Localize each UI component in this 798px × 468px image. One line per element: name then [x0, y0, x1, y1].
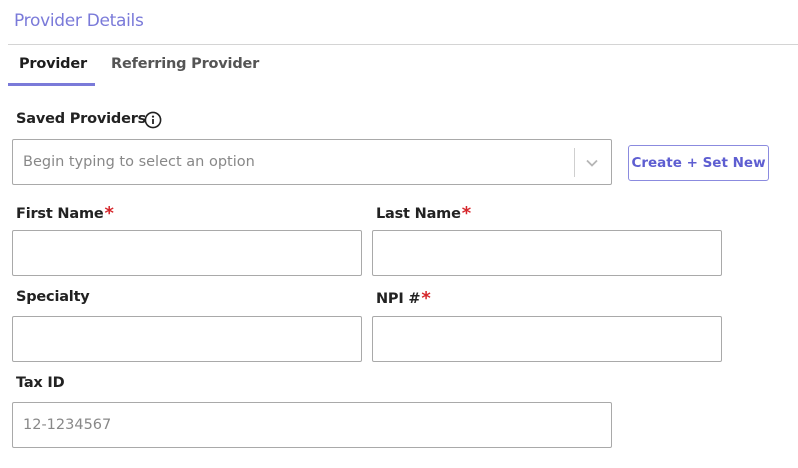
specialty-input[interactable]: [13, 317, 361, 361]
tax-id-label: Tax ID: [16, 375, 65, 391]
required-marker: *: [104, 203, 114, 224]
last-name-field[interactable]: [372, 230, 722, 276]
npi-input[interactable]: [373, 317, 721, 361]
specialty-field[interactable]: [12, 316, 362, 362]
last-name-label: Last Name*: [376, 202, 471, 224]
first-name-label: First Name*: [16, 202, 114, 224]
select-separator: [574, 148, 575, 177]
saved-providers-label: Saved Providers: [16, 111, 147, 127]
last-name-input[interactable]: [373, 231, 721, 275]
saved-providers-input[interactable]: [13, 140, 611, 184]
npi-field[interactable]: [372, 316, 722, 362]
tab-provider[interactable]: Provider: [19, 56, 87, 72]
active-tab-indicator: [8, 83, 95, 86]
specialty-label: Specialty: [16, 289, 90, 305]
create-set-new-button[interactable]: Create + Set New: [628, 145, 769, 181]
title-divider: [8, 44, 798, 45]
first-name-field[interactable]: [12, 230, 362, 276]
tab-referring-provider[interactable]: Referring Provider: [111, 56, 259, 72]
tax-id-input[interactable]: [13, 403, 611, 447]
npi-label-text: NPI #: [376, 291, 421, 307]
first-name-label-text: First Name: [16, 206, 104, 222]
last-name-label-text: Last Name: [376, 206, 461, 222]
required-marker: *: [461, 203, 471, 224]
npi-label: NPI #*: [376, 287, 431, 309]
tax-id-field[interactable]: [12, 402, 612, 448]
chevron-down-icon[interactable]: [585, 156, 599, 170]
section-title: Provider Details: [14, 11, 144, 31]
first-name-input[interactable]: [13, 231, 361, 275]
required-marker: *: [421, 288, 431, 309]
info-circle-icon[interactable]: [144, 111, 162, 129]
saved-providers-select[interactable]: [12, 139, 612, 185]
